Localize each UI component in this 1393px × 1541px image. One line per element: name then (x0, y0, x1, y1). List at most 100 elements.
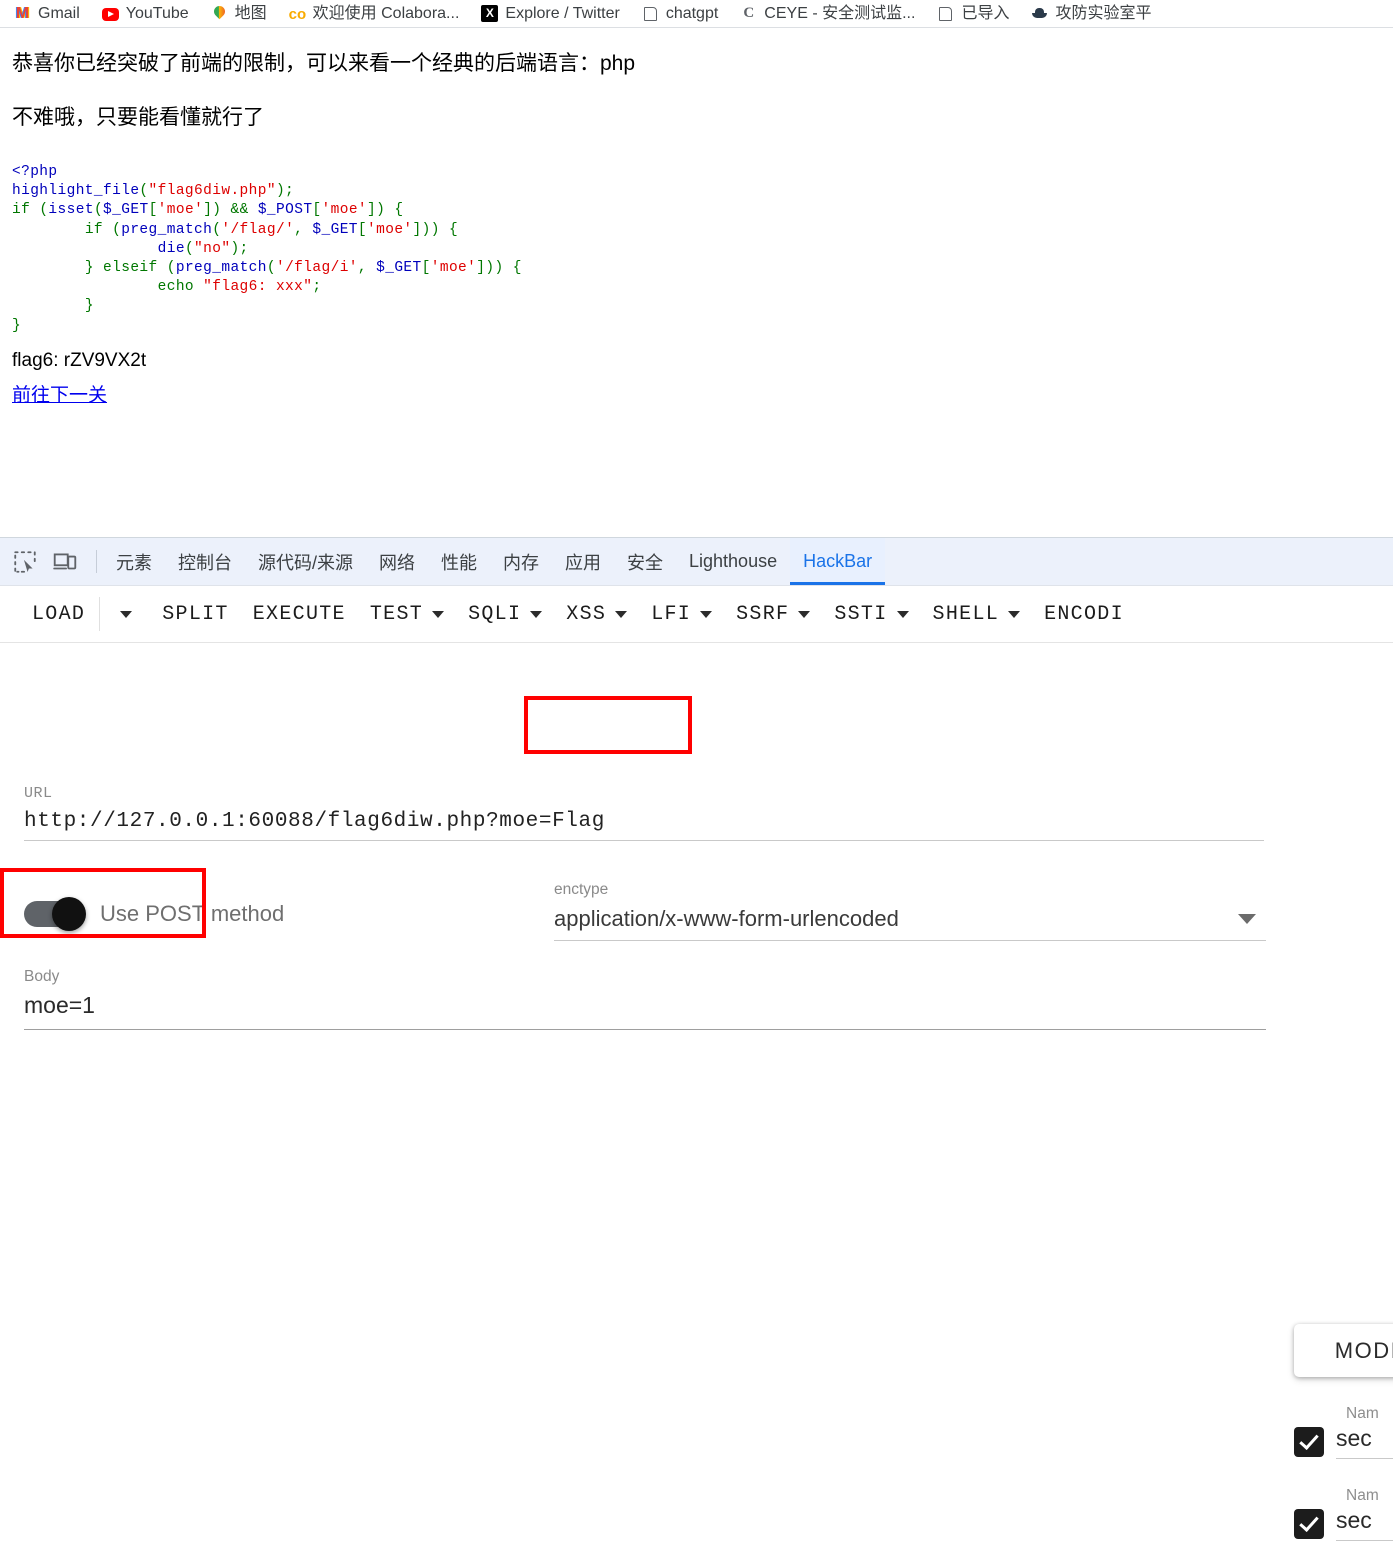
chevron-down-icon (896, 610, 909, 618)
tab-elements[interactable]: 元素 (103, 538, 165, 585)
ssrf-label: SSRF (736, 602, 790, 626)
chevron-down-icon (1008, 610, 1021, 618)
x-twitter-icon (481, 5, 499, 22)
chevron-down-icon (1238, 914, 1256, 924)
bookmark-twitter[interactable]: Explore / Twitter (481, 4, 620, 23)
chevron-down-icon (700, 610, 713, 618)
chevron-down-icon (798, 610, 811, 618)
request-headers-panel: MODIF Nam sec Nam sec (1294, 1324, 1393, 1541)
tab-lighthouse[interactable]: Lighthouse (676, 538, 790, 585)
shell-label: SHELL (932, 602, 1000, 626)
body-field-group: Body moe=1 (24, 968, 1266, 1030)
toolbar-divider (99, 597, 101, 631)
hackbar-toolbar: LOAD SPLIT EXECUTE TEST SQLI XSS LFI SSR… (0, 586, 1393, 643)
ceye-icon (740, 5, 757, 22)
bookmark-gmail[interactable]: Gmail (14, 5, 80, 23)
body-input[interactable]: moe=1 (24, 992, 1266, 1030)
bookmark-youtube[interactable]: YouTube (101, 4, 189, 23)
bookmark-maps[interactable]: 地图 (211, 5, 267, 23)
enctype-field-group: enctype application/x-www-form-urlencode… (554, 881, 1266, 941)
sqli-label: SQLI (468, 602, 522, 626)
header-row: Nam sec (1294, 1405, 1393, 1459)
url-input[interactable]: http://127.0.0.1:60088/flag6diw.php?moe=… (24, 810, 1264, 841)
test-button[interactable]: TEST (358, 586, 456, 642)
ssti-button[interactable]: SSTI (822, 586, 920, 642)
enctype-selected-value: application/x-www-form-urlencoded (554, 906, 899, 931)
load-button[interactable]: LOAD (20, 586, 97, 642)
bookmark-ceye[interactable]: CEYE - 安全测试监... (740, 5, 915, 23)
test-label: TEST (369, 602, 424, 626)
load-dropdown-button[interactable] (102, 586, 150, 642)
flag-output-text: flag6: rZV9VX2t (12, 349, 147, 371)
xss-label: XSS (566, 602, 607, 626)
post-method-row: Use POST method (24, 897, 285, 931)
php-source-code: <?php highlight_file("flag6diw.php"); if… (12, 164, 522, 334)
header-name-label: Nam (1346, 1405, 1379, 1422)
intro-paragraph-1: 恭喜你已经突破了前端的限制，可以来看一个经典的后端语言：php (12, 52, 636, 75)
tab-performance[interactable]: 性能 (428, 538, 490, 585)
bookmark-label: chatgpt (665, 4, 719, 22)
bookmark-chatgpt[interactable]: chatgpt (642, 5, 718, 23)
ssrf-button[interactable]: SSRF (724, 586, 822, 642)
inspect-element-icon[interactable] (12, 549, 38, 575)
tab-memory[interactable]: 内存 (490, 538, 552, 585)
colab-icon (289, 5, 306, 22)
bookmarks-bar: Gmail YouTube 地图 欢迎使用 Colabora... Explor… (0, 0, 1393, 28)
chevron-down-icon (615, 610, 628, 618)
url-field-group: URL http://127.0.0.1:60088/flag6diw.php?… (24, 785, 1264, 841)
bookmark-label: 欢迎使用 Colabora... (312, 4, 460, 22)
google-maps-icon (211, 5, 228, 22)
header-enable-checkbox[interactable] (1294, 1509, 1324, 1539)
intro-paragraph-2: 不难哦，只要能看懂就行了 (12, 106, 264, 129)
url-label: URL (24, 785, 53, 802)
toggle-knob (52, 897, 86, 931)
device-toolbar-icon[interactable] (52, 549, 78, 575)
header-name-input[interactable]: sec (1336, 1507, 1393, 1541)
hackbar-form: URL http://127.0.0.1:60088/flag6diw.php?… (0, 643, 1393, 1030)
chevron-down-icon (432, 610, 445, 618)
tab-hackbar[interactable]: HackBar (790, 538, 886, 585)
tab-network[interactable]: 网络 (366, 538, 428, 585)
bookmark-label: Gmail (38, 4, 80, 22)
xss-button[interactable]: XSS (554, 586, 639, 642)
enctype-select[interactable]: application/x-www-form-urlencoded (554, 906, 1266, 941)
tab-application[interactable]: 应用 (552, 538, 614, 585)
lab-icon (1031, 5, 1048, 22)
lfi-label: LFI (651, 602, 692, 626)
header-name-label: Nam (1346, 1487, 1379, 1504)
bookmark-label: YouTube (125, 4, 189, 22)
tab-console[interactable]: 控制台 (165, 538, 245, 585)
sqli-button[interactable]: SQLI (456, 586, 554, 642)
bookmark-lab[interactable]: 攻防实验室平 (1031, 5, 1151, 23)
next-level-link[interactable]: 前往下一关 (12, 380, 107, 407)
split-button[interactable]: SPLIT (150, 586, 241, 642)
header-row: Nam sec (1294, 1487, 1393, 1541)
bookmark-label: Explore / Twitter (505, 4, 620, 22)
bookmark-label: CEYE - 安全测试监... (764, 4, 916, 22)
encoding-button[interactable]: ENCODI (1032, 586, 1136, 642)
page-icon (642, 5, 659, 22)
chevron-down-icon (530, 610, 543, 618)
toolbar-divider (96, 550, 97, 573)
bookmark-colab[interactable]: 欢迎使用 Colabora... (289, 5, 460, 23)
devtools-tabbar: 元素 控制台 源代码/来源 网络 性能 内存 应用 安全 Lighthouse … (0, 538, 1393, 586)
youtube-icon (101, 8, 119, 21)
use-post-method-toggle[interactable] (24, 897, 86, 931)
chevron-down-icon (120, 610, 133, 618)
lfi-button[interactable]: LFI (639, 586, 724, 642)
modify-button[interactable]: MODIF (1294, 1324, 1393, 1377)
bookmark-imported[interactable]: 已导入 (937, 5, 1009, 23)
ssti-label: SSTI (834, 602, 888, 626)
page-icon (937, 5, 954, 22)
devtools-left-icons (0, 538, 90, 585)
enctype-label: enctype (554, 881, 609, 898)
gmail-icon (14, 5, 31, 22)
execute-button[interactable]: EXECUTE (241, 586, 358, 642)
tab-security[interactable]: 安全 (614, 538, 676, 585)
web-page-content: 恭喜你已经突破了前端的限制，可以来看一个经典的后端语言：php 不难哦，只要能看… (0, 29, 1393, 529)
tab-sources[interactable]: 源代码/来源 (245, 538, 366, 585)
header-enable-checkbox[interactable] (1294, 1427, 1324, 1457)
shell-button[interactable]: SHELL (921, 586, 1033, 642)
header-name-input[interactable]: sec (1336, 1425, 1393, 1459)
use-post-method-label: Use POST method (100, 901, 285, 926)
